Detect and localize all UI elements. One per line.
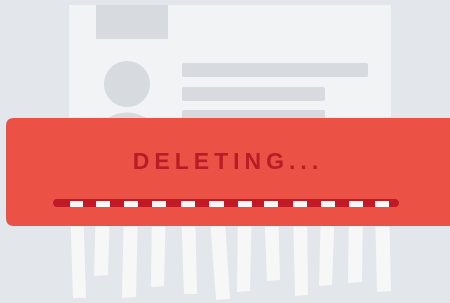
document-text-line (182, 87, 325, 101)
deleting-status-text: DELETING... (132, 148, 324, 174)
document-text-line (182, 63, 368, 77)
user-avatar-icon (104, 61, 150, 107)
document-header-block (96, 5, 168, 39)
